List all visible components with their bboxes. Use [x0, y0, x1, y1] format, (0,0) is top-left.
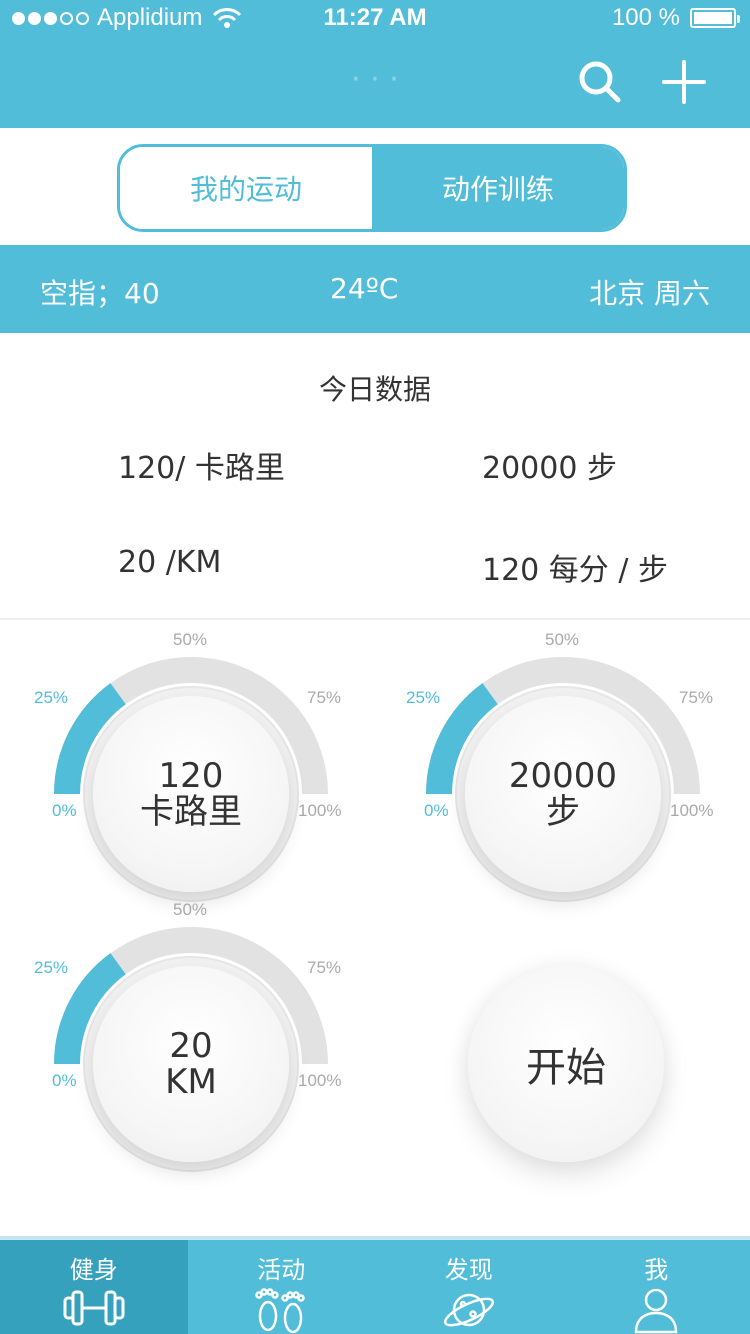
gauge-label-50: 50%: [173, 900, 208, 919]
gauge-label-0: 0%: [52, 801, 77, 820]
gauge-unit: 卡路里: [140, 792, 242, 832]
tab-me[interactable]: 我: [563, 1240, 750, 1334]
gauge-label-0: 0%: [52, 1071, 77, 1090]
calorie-gauge: 50% 25% 75% 0% 100% 120 卡路里: [20, 626, 360, 906]
segment-area: 我的运动 动作训练: [0, 128, 750, 245]
air-quality: 空指；40: [40, 277, 160, 310]
gauge-label-75: 75%: [307, 688, 342, 707]
battery-percent: 100 %: [611, 4, 680, 31]
divider: [0, 618, 750, 620]
dumbbell-icon: [63, 1290, 125, 1326]
gauge-label-25: 25%: [34, 958, 69, 977]
user-icon: [634, 1288, 678, 1334]
add-button[interactable]: [658, 56, 710, 108]
gauge-label-25: 25%: [406, 688, 441, 707]
gauge-label-25: 25%: [34, 688, 69, 707]
temperature: 24ºC: [330, 272, 399, 305]
tab-label: 发现: [444, 1256, 493, 1284]
gauge-label-50: 50%: [545, 630, 580, 649]
segmented-control: 我的运动 动作训练: [117, 144, 627, 232]
tab-activity[interactable]: 活动: [188, 1240, 376, 1334]
stat-steps: 20000 步: [482, 451, 617, 486]
city-day: 北京 周六: [589, 277, 710, 310]
search-icon: [579, 61, 621, 103]
gauge-label-0: 0%: [424, 801, 449, 820]
nav-bar: · · ·: [0, 38, 750, 128]
plus-icon: [662, 60, 706, 104]
tab-discover[interactable]: 发现: [375, 1240, 563, 1334]
tab-my-sports[interactable]: 我的运动: [120, 147, 372, 229]
battery-group: 100 %: [611, 4, 740, 32]
tab-bar: 健身 活动 发现 我: [0, 1236, 750, 1334]
tab-label: 我: [644, 1256, 669, 1284]
stat-calories: 120/ 卡路里: [118, 451, 285, 486]
gauge-label-100: 100%: [670, 801, 714, 820]
status-bar: Applidium 11:27 AM 100 %: [0, 0, 750, 38]
search-button[interactable]: [574, 56, 626, 108]
gauge-label-100: 100%: [298, 1071, 342, 1090]
gauge-value: 120: [158, 756, 224, 796]
nav-title: · · ·: [351, 62, 399, 97]
distance-knob[interactable]: 20 KM: [93, 966, 289, 1162]
stat-distance: 20 /KM: [118, 545, 222, 580]
gauge-unit: 步: [546, 792, 580, 832]
battery-icon: [690, 8, 740, 28]
tab-label: 活动: [257, 1256, 306, 1284]
tab-training[interactable]: 动作训练: [372, 147, 624, 229]
tab-label: 健身: [69, 1256, 118, 1284]
info-bar: 空指；40 24ºC 北京 周六: [0, 245, 750, 333]
footprints-icon: [255, 1288, 305, 1334]
calorie-knob[interactable]: 120 卡路里: [93, 696, 289, 892]
gauge-label-50: 50%: [173, 630, 208, 649]
today-title: 今日数据: [318, 373, 431, 406]
gauge-value: 20000: [508, 756, 618, 796]
gauge-unit: KM: [165, 1062, 217, 1102]
start-button[interactable]: 开始: [468, 966, 664, 1162]
planet-icon: [443, 1293, 494, 1327]
stat-pace: 120 每分 / 步: [482, 553, 668, 588]
gauge-value: 20: [169, 1026, 213, 1066]
distance-gauge: 50% 25% 75% 0% 100% 20 KM: [20, 896, 360, 1176]
steps-gauge: 50% 25% 75% 0% 100% 20000 步: [392, 626, 732, 906]
tab-fitness[interactable]: 健身: [0, 1240, 188, 1334]
gauge-label-75: 75%: [307, 958, 342, 977]
steps-knob[interactable]: 20000 步: [465, 696, 661, 892]
gauge-label-100: 100%: [298, 801, 342, 820]
gauge-label-75: 75%: [679, 688, 714, 707]
